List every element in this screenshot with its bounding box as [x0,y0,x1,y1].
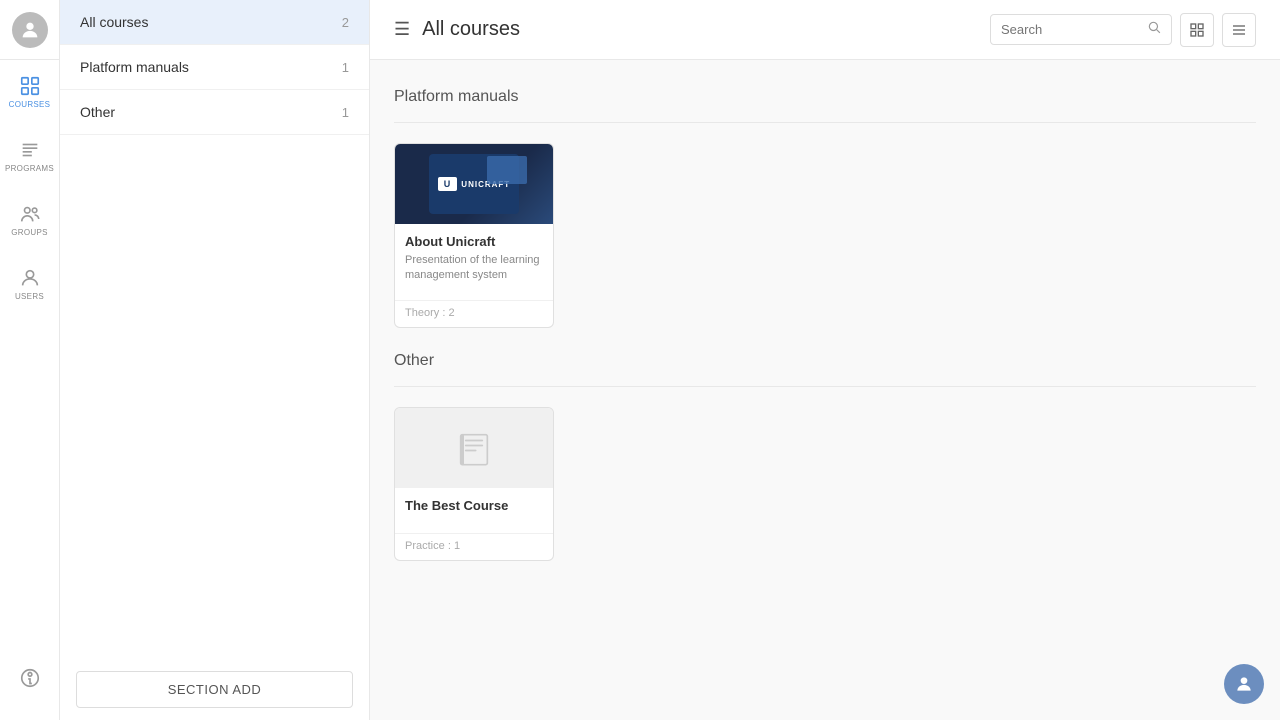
nav-sidebar: COURSES PROGRAMS GROUPS USERS [0,0,60,720]
card-body-unicraft: About Unicraft Presentation of the learn… [395,224,553,292]
card-footer-unicraft: Theory : 2 [395,300,553,327]
course-card-about-unicraft[interactable]: U UNICRAFT About Unicraft Presentation o… [394,143,554,328]
main-content: ☰ All courses [370,0,1280,720]
nav-item-programs[interactable]: PROGRAMS [0,124,60,188]
search-icon [1147,20,1161,39]
other-count: 1 [342,105,349,120]
card-title-unicraft: About Unicraft [405,234,543,249]
nav-groups-label: GROUPS [11,228,47,237]
avatar [12,12,48,48]
card-body-best-course: The Best Course [395,488,553,525]
nav-users-label: USERS [15,292,44,301]
nav-item-users[interactable]: USERS [0,252,60,316]
card-title-best-course: The Best Course [405,498,543,513]
nav-help[interactable] [0,646,60,710]
section-add-button[interactable]: SECTION ADD [76,671,353,708]
all-courses-label: All courses [80,14,148,30]
divider [394,122,1256,123]
sidebar-item-other[interactable]: Other 1 [60,90,369,135]
list-view-button[interactable] [1222,13,1256,47]
search-box[interactable] [990,14,1172,45]
section-platform-manuals: Platform manuals U UNICRAFT A [394,88,1256,328]
all-courses-count: 2 [342,15,349,30]
other-label: Other [80,104,115,120]
sidebar: All courses 2 Platform manuals 1 Other 1… [60,0,370,720]
nav-item-groups[interactable]: GROUPS [0,188,60,252]
sidebar-item-all-courses[interactable]: All courses 2 [60,0,369,45]
card-desc-unicraft: Presentation of the learning management … [405,253,543,284]
title-area: ☰ All courses [394,18,520,41]
hamburger-icon: ☰ [394,19,410,40]
avatar-container[interactable] [0,0,60,60]
sidebar-list: All courses 2 Platform manuals 1 Other 1 [60,0,369,659]
section-platform-manuals-title: Platform manuals [394,88,1256,106]
support-button[interactable] [1224,664,1264,704]
platform-manuals-cards: U UNICRAFT About Unicraft Presentation o… [394,143,1256,328]
nav-bottom [0,646,60,710]
section-other-title: Other [394,352,1256,370]
card-image-empty [395,408,553,488]
card-image-unicraft: U UNICRAFT [395,144,553,224]
header-actions [990,13,1256,47]
nav-courses-label: COURSES [9,100,51,109]
footer-count-val-unicraft: 2 [448,307,454,319]
other-cards: The Best Course Practice : 1 [394,407,1256,561]
grid-view-button[interactable] [1180,13,1214,47]
nav-item-courses[interactable]: COURSES [0,60,60,124]
footer-count-val-best-course: 1 [454,540,460,552]
main-header: ☰ All courses [370,0,1280,60]
page-title: All courses [422,18,520,41]
platform-manuals-count: 1 [342,60,349,75]
sidebar-item-platform-manuals[interactable]: Platform manuals 1 [60,45,369,90]
nav-programs-label: PROGRAMS [5,164,54,173]
footer-label-best-course: Practice [405,540,445,552]
platform-manuals-label: Platform manuals [80,59,189,75]
course-card-best-course[interactable]: The Best Course Practice : 1 [394,407,554,561]
search-input[interactable] [1001,22,1141,37]
divider-other [394,386,1256,387]
content-area: Platform manuals U UNICRAFT A [370,60,1280,605]
section-other: Other The Best Course [394,352,1256,561]
book-icon [454,428,494,468]
footer-label-unicraft: Theory [405,307,439,319]
card-footer-best-course: Practice : 1 [395,533,553,560]
